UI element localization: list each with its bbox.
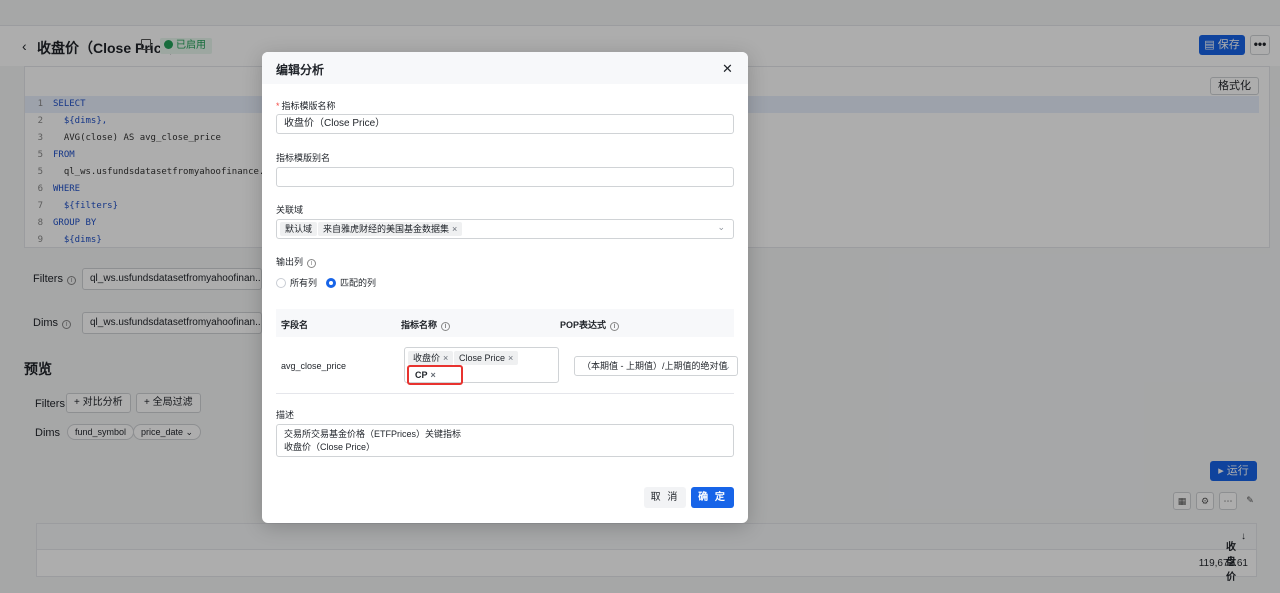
radio-indicator-selected (326, 278, 336, 288)
highlight-box (407, 365, 463, 385)
metric-tag: Close Price × (454, 351, 519, 365)
confirm-button[interactable]: 确 定 (691, 487, 734, 508)
table-row: avg_close_price 收盘价 × Close Price × CP × （本… (276, 337, 738, 394)
template-alias-label: 指标模版别名 (276, 153, 331, 163)
template-alias-input[interactable] (276, 167, 734, 187)
template-name-label: * 指标模版名称 (276, 101, 336, 111)
close-icon[interactable]: × (452, 224, 457, 234)
description-label: 描述 (276, 410, 295, 420)
chevron-down-icon: ⌄ (717, 222, 725, 232)
mapping-table-header: 字段名 指标名称 i POP表达式 i (276, 309, 734, 337)
description-textarea[interactable]: 交易所交易基金价格（ETFPrices）关键指标 收盘价（Close Price… (276, 424, 734, 457)
close-icon[interactable]: ✕ (722, 62, 733, 75)
radio-all-columns[interactable]: 所有列 (276, 276, 317, 289)
header-field-name: 字段名 (281, 320, 309, 330)
edit-analysis-dialog: 编辑分析 ✕ * 指标模版名称 收盘价（Close Price） 指标模版别名 关… (262, 52, 748, 523)
close-icon[interactable]: × (443, 353, 448, 363)
output-columns-label: 输出列 i (276, 255, 317, 268)
chevron-down-icon: ⌄ (723, 361, 731, 371)
header-metric-name: 指标名称 i (401, 318, 451, 331)
domain-tag-yahoo: 来自雅虎财经的美国基金数据集 × (318, 222, 463, 236)
dialog-title: 编辑分析 (276, 63, 325, 77)
field-name-cell: avg_close_price (281, 361, 347, 371)
info-icon: i (441, 322, 451, 331)
metric-tag: 收盘价 × (408, 351, 454, 365)
close-icon[interactable]: × (508, 353, 513, 363)
info-icon: i (307, 259, 317, 268)
cancel-button[interactable]: 取 消 (644, 487, 686, 508)
dialog-header: 编辑分析 ✕ (262, 52, 748, 84)
pop-expression-select[interactable]: （本期值 - 上期值）/上期值的绝对值 ⌄ (574, 356, 738, 376)
radio-indicator (276, 278, 286, 288)
template-name-input[interactable]: 收盘价（Close Price） (276, 114, 734, 134)
domain-label: 关联域 (276, 205, 304, 215)
domain-select[interactable]: 默认域 来自雅虎财经的美国基金数据集 × ⌄ (276, 219, 734, 239)
header-pop-expression: POP表达式 i (560, 318, 620, 331)
radio-matched-columns[interactable]: 匹配的列 (326, 276, 376, 289)
info-icon: i (610, 322, 620, 331)
domain-tag-default: 默认域 (280, 222, 318, 236)
